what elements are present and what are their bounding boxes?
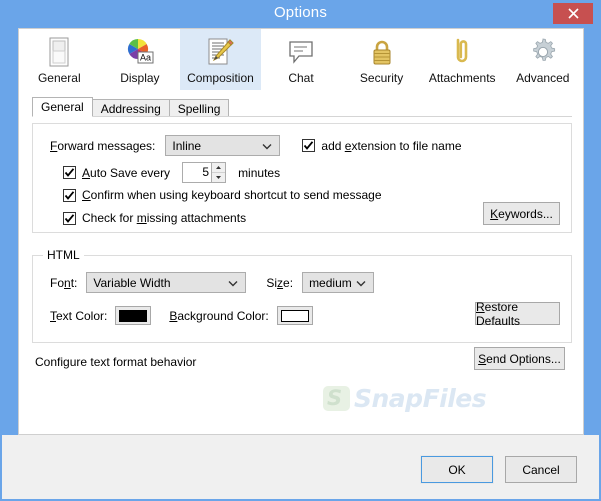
restore-defaults-button[interactable]: Restore Defaults bbox=[475, 299, 560, 328]
forward-messages-select[interactable]: Inline bbox=[165, 135, 281, 156]
window-sheet-icon bbox=[48, 34, 70, 70]
html-group: HTML Font: Variable Width Size: medium T… bbox=[32, 248, 572, 343]
tab-general[interactable]: General bbox=[32, 97, 93, 117]
toolbar-item-label: Security bbox=[359, 71, 404, 85]
dialog-footer: OK Cancel bbox=[2, 435, 599, 499]
tab-addressing[interactable]: Addressing bbox=[91, 99, 170, 117]
check-missing-label: Check for missing attachments bbox=[82, 211, 247, 225]
forward-messages-label: Forward messages: bbox=[50, 138, 156, 153]
toolbar-item-label: General bbox=[37, 71, 81, 85]
speech-bubble-icon bbox=[286, 34, 316, 70]
forward-messages-row: Forward messages: Inline add extension t… bbox=[50, 135, 462, 156]
checkmark-icon bbox=[64, 213, 75, 223]
snapfiles-watermark-text: SnapFiles bbox=[354, 384, 487, 413]
auto-save-unit-label: minutes bbox=[238, 165, 281, 180]
text-color-swatch bbox=[119, 309, 148, 322]
general-settings-group: Forward messages: Inline add extension t… bbox=[32, 123, 572, 233]
html-group-legend: HTML bbox=[43, 248, 84, 262]
toolbar-item-label: Composition bbox=[187, 71, 254, 85]
auto-save-label: Auto Save every bbox=[82, 165, 171, 180]
size-label: Size: bbox=[266, 275, 294, 290]
restore-defaults-label: Restore Defaults bbox=[476, 299, 521, 328]
toolbar-item-display[interactable]: Aa Display bbox=[100, 29, 181, 90]
configure-description: Configure text format behavior bbox=[35, 355, 197, 369]
font-select[interactable]: Variable Width bbox=[86, 272, 247, 293]
tab-spelling[interactable]: Spelling bbox=[168, 99, 230, 117]
size-select[interactable]: medium bbox=[302, 272, 375, 293]
document-pencil-icon bbox=[205, 34, 235, 70]
checkmark-icon bbox=[64, 168, 75, 177]
gear-icon bbox=[528, 34, 558, 70]
check-missing-checkbox[interactable] bbox=[63, 211, 76, 225]
forward-messages-value: Inline bbox=[172, 138, 202, 153]
send-options-button[interactable]: Send Options... bbox=[474, 347, 565, 370]
paperclip-icon bbox=[447, 34, 477, 70]
svg-text:Aa: Aa bbox=[140, 53, 151, 63]
text-color-label: Text Color: bbox=[50, 308, 108, 323]
ok-button[interactable]: OK bbox=[420, 455, 494, 484]
toolbar-item-chat[interactable]: Chat bbox=[261, 29, 342, 90]
auto-save-checkbox[interactable] bbox=[63, 166, 76, 179]
font-row: Font: Variable Width Size: medium bbox=[50, 272, 375, 293]
stepper-down-icon[interactable] bbox=[212, 173, 225, 182]
toolbar-item-label: Advanced bbox=[516, 71, 570, 85]
auto-save-minutes-stepper[interactable]: 5 bbox=[182, 162, 227, 183]
add-extension-label: add extension to file name bbox=[321, 138, 462, 153]
auto-save-minutes-value: 5 bbox=[202, 165, 210, 179]
font-value: Variable Width bbox=[93, 275, 171, 290]
font-label: Font: bbox=[50, 275, 78, 290]
background-color-label: Background Color: bbox=[169, 308, 269, 323]
tab-underline bbox=[32, 116, 572, 117]
add-extension-checkbox[interactable] bbox=[302, 139, 316, 152]
cancel-button[interactable]: Cancel bbox=[505, 456, 577, 483]
close-icon bbox=[567, 8, 579, 19]
toolbar-item-security[interactable]: Security bbox=[341, 29, 422, 90]
stepper-arrows[interactable] bbox=[211, 163, 226, 182]
toolbar-item-label: Chat bbox=[288, 71, 314, 85]
send-options-label: Send Options... bbox=[478, 351, 561, 366]
padlock-icon bbox=[367, 34, 397, 70]
auto-save-row: Auto Save every 5 minutes bbox=[63, 162, 280, 183]
toolbar-item-composition[interactable]: Composition bbox=[180, 29, 261, 90]
chevron-down-icon bbox=[262, 139, 272, 153]
toolbar-item-advanced[interactable]: Advanced bbox=[502, 29, 583, 90]
snapfiles-watermark: S SnapFiles bbox=[323, 384, 487, 413]
snapfiles-badge-icon: S bbox=[323, 386, 350, 411]
tab-strip: General Addressing Spelling bbox=[32, 97, 230, 117]
confirm-shortcut-label: Confirm when using keyboard shortcut to … bbox=[82, 188, 382, 202]
close-button[interactable] bbox=[553, 3, 593, 24]
check-missing-row: Check for missing attachments bbox=[63, 211, 246, 225]
options-dialog-window: Options General Aa Display Composition C… bbox=[0, 0, 601, 501]
window-title: Options bbox=[273, 4, 328, 21]
background-color-swatch-button[interactable] bbox=[276, 306, 313, 325]
checkmark-icon bbox=[304, 141, 314, 150]
options-panel: General Addressing Spelling Forward mess… bbox=[18, 90, 584, 435]
toolbar-item-label: Attachments bbox=[428, 71, 496, 85]
size-value: medium bbox=[309, 275, 352, 290]
stepper-up-icon[interactable] bbox=[212, 163, 226, 173]
keywords-button[interactable]: Keywords... bbox=[483, 202, 560, 225]
chevron-down-icon bbox=[228, 276, 238, 290]
confirm-shortcut-checkbox[interactable] bbox=[63, 188, 76, 202]
chevron-down-icon bbox=[356, 276, 366, 290]
options-toolbar: General Aa Display Composition Chat Secu… bbox=[18, 28, 584, 90]
background-color-swatch bbox=[280, 309, 309, 322]
toolbar-item-general[interactable]: General bbox=[19, 29, 100, 90]
color-wheel-aa-icon: Aa bbox=[125, 34, 155, 70]
toolbar-item-attachments[interactable]: Attachments bbox=[422, 29, 503, 90]
text-color-swatch-button[interactable] bbox=[115, 306, 152, 325]
checkmark-icon bbox=[64, 190, 75, 200]
title-bar: Options bbox=[0, 0, 601, 28]
toolbar-item-label: Display bbox=[120, 71, 160, 85]
colors-row: Text Color: Background Color: bbox=[50, 306, 313, 325]
confirm-shortcut-row: Confirm when using keyboard shortcut to … bbox=[63, 188, 382, 202]
keywords-button-label: Keywords... bbox=[490, 206, 553, 221]
